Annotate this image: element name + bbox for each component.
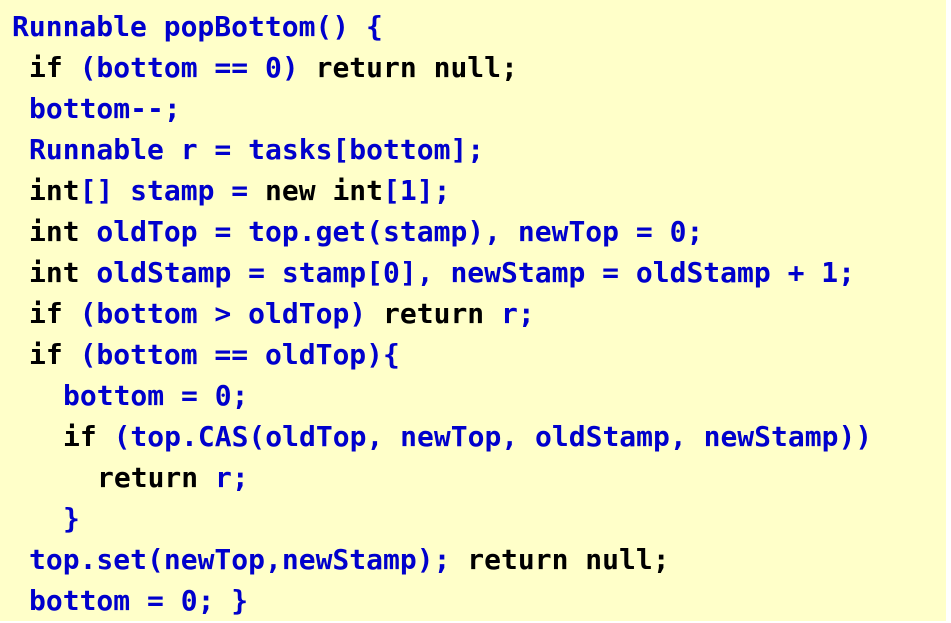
code-token: bottom--; (29, 92, 181, 125)
code-line: bottom = 0; (12, 375, 872, 416)
code-line: bottom = 0; } (12, 580, 872, 621)
code-line: if (bottom > oldTop) return r; (12, 293, 872, 334)
code-line: if (bottom == oldTop){ (12, 334, 872, 375)
code-keyword: int (29, 256, 80, 289)
code-token: bottom = 0; } (29, 584, 249, 617)
code-keyword: return (383, 297, 485, 330)
code-keyword: if (29, 51, 63, 84)
code-line: int oldStamp = stamp[0], newStamp = oldS… (12, 252, 872, 293)
code-token: r; (484, 297, 535, 330)
code-token: r; (198, 461, 249, 494)
code-token: (top.CAS(oldTop, newTop, oldStamp, newSt… (96, 420, 873, 453)
code-line: if (bottom == 0) return null; (12, 47, 872, 88)
code-token: (bottom == oldTop){ (62, 338, 400, 371)
code-line: if (top.CAS(oldTop, newTop, oldStamp, ne… (12, 416, 872, 457)
code-line: return r; (12, 457, 872, 498)
code-keyword: if (63, 420, 97, 453)
code-token: oldStamp = stamp[0], newStamp = oldStamp… (79, 256, 856, 289)
code-line: bottom--; (12, 88, 872, 129)
code-line: Runnable r = tasks[bottom]; (12, 129, 872, 170)
code-keyword: return (97, 461, 199, 494)
code-token: [] stamp = (79, 174, 266, 207)
code-token: (bottom > oldTop) (62, 297, 384, 330)
code-line: int oldTop = top.get(stamp), newTop = 0; (12, 211, 872, 252)
code-keyword: int (29, 174, 80, 207)
code-token: } (63, 502, 80, 535)
code-line: top.set(newTop,newStamp); return null; (12, 539, 872, 580)
code-block: Runnable popBottom() { if (bottom == 0) r… (12, 6, 872, 621)
code-keyword: if (29, 297, 63, 330)
code-line: } (12, 498, 872, 539)
code-token: [1]; (383, 174, 451, 207)
code-token: oldTop = top.get(stamp), newTop = 0; (79, 215, 704, 248)
code-token: Runnable r = tasks[bottom]; (29, 133, 485, 166)
code-token: Runnable popBottom() { (12, 10, 383, 43)
code-line: Runnable popBottom() { (12, 6, 872, 47)
code-keyword: return null; (315, 51, 518, 84)
code-keyword: int (29, 215, 80, 248)
code-keyword: if (29, 338, 63, 371)
code-keyword: new int (265, 174, 384, 207)
code-line: int[] stamp = new int[1]; (12, 170, 872, 211)
code-token: bottom = 0; (63, 379, 249, 412)
code-keyword: return null; (467, 543, 670, 576)
code-slide: Runnable popBottom() { if (bottom == 0) r… (0, 0, 946, 621)
code-token: top.set(newTop,newStamp); (29, 543, 468, 576)
code-token: (bottom == 0) (62, 51, 316, 84)
